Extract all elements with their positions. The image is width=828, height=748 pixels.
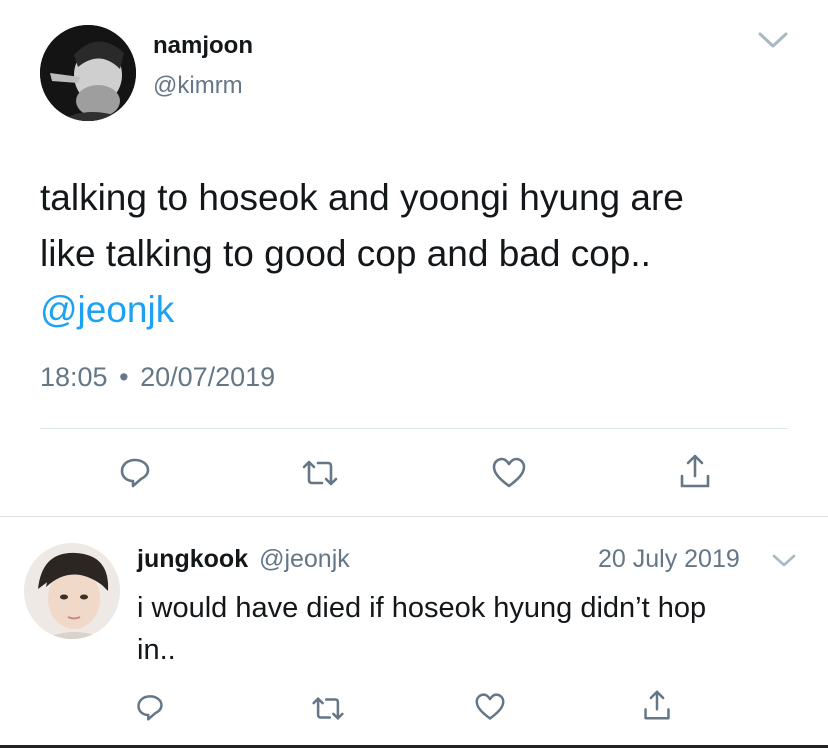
reply-avatar[interactable] [24, 543, 120, 639]
reply-handle[interactable]: @jeonjk [259, 545, 350, 573]
reply-date: 20 July 2019 [598, 545, 740, 573]
retweet-icon[interactable] [300, 458, 340, 488]
reply-header: jungkook @jeonjk [137, 545, 350, 574]
reply-display-name[interactable]: jungkook [137, 545, 248, 573]
reply-text: i would have died if hoseok hyung didn’t… [137, 587, 706, 671]
reply-reply-icon[interactable] [135, 692, 165, 722]
tweet-text-line-2: like talking to good cop and bad cop.. [40, 233, 651, 274]
reply-text-line-2: in.. [137, 634, 176, 666]
tweet-text: talking to hoseok and yoongi hyung are l… [40, 170, 684, 338]
display-name[interactable]: namjoon [153, 32, 253, 60]
tweet-date[interactable]: 20/07/2019 [140, 362, 275, 392]
separator-dot: • [119, 362, 129, 392]
tweet-time: 18:05 [40, 362, 108, 392]
reply-share-icon[interactable] [642, 688, 672, 722]
reply-retweet-icon[interactable] [310, 695, 346, 722]
reply-icon[interactable] [118, 455, 152, 489]
avatar[interactable] [40, 25, 136, 121]
tweet-separator [0, 516, 828, 517]
chevron-down-icon[interactable] [756, 30, 790, 50]
handle[interactable]: @kimrm [153, 72, 243, 100]
reply-text-line-1: i would have died if hoseok hyung didn’t… [137, 592, 707, 624]
divider [40, 428, 788, 429]
like-icon[interactable] [491, 456, 527, 490]
tweet-text-line-1: talking to hoseok and yoongi hyung are [40, 177, 684, 218]
mention-link[interactable]: @jeonjk [40, 282, 684, 338]
share-icon[interactable] [678, 452, 712, 490]
reply-chevron-down-icon[interactable] [770, 552, 798, 570]
reply-avatar-image [24, 543, 120, 639]
timestamp: 18:05 • 20/07/2019 [40, 362, 275, 393]
reply-like-icon[interactable] [474, 692, 506, 722]
avatar-image [40, 25, 136, 121]
